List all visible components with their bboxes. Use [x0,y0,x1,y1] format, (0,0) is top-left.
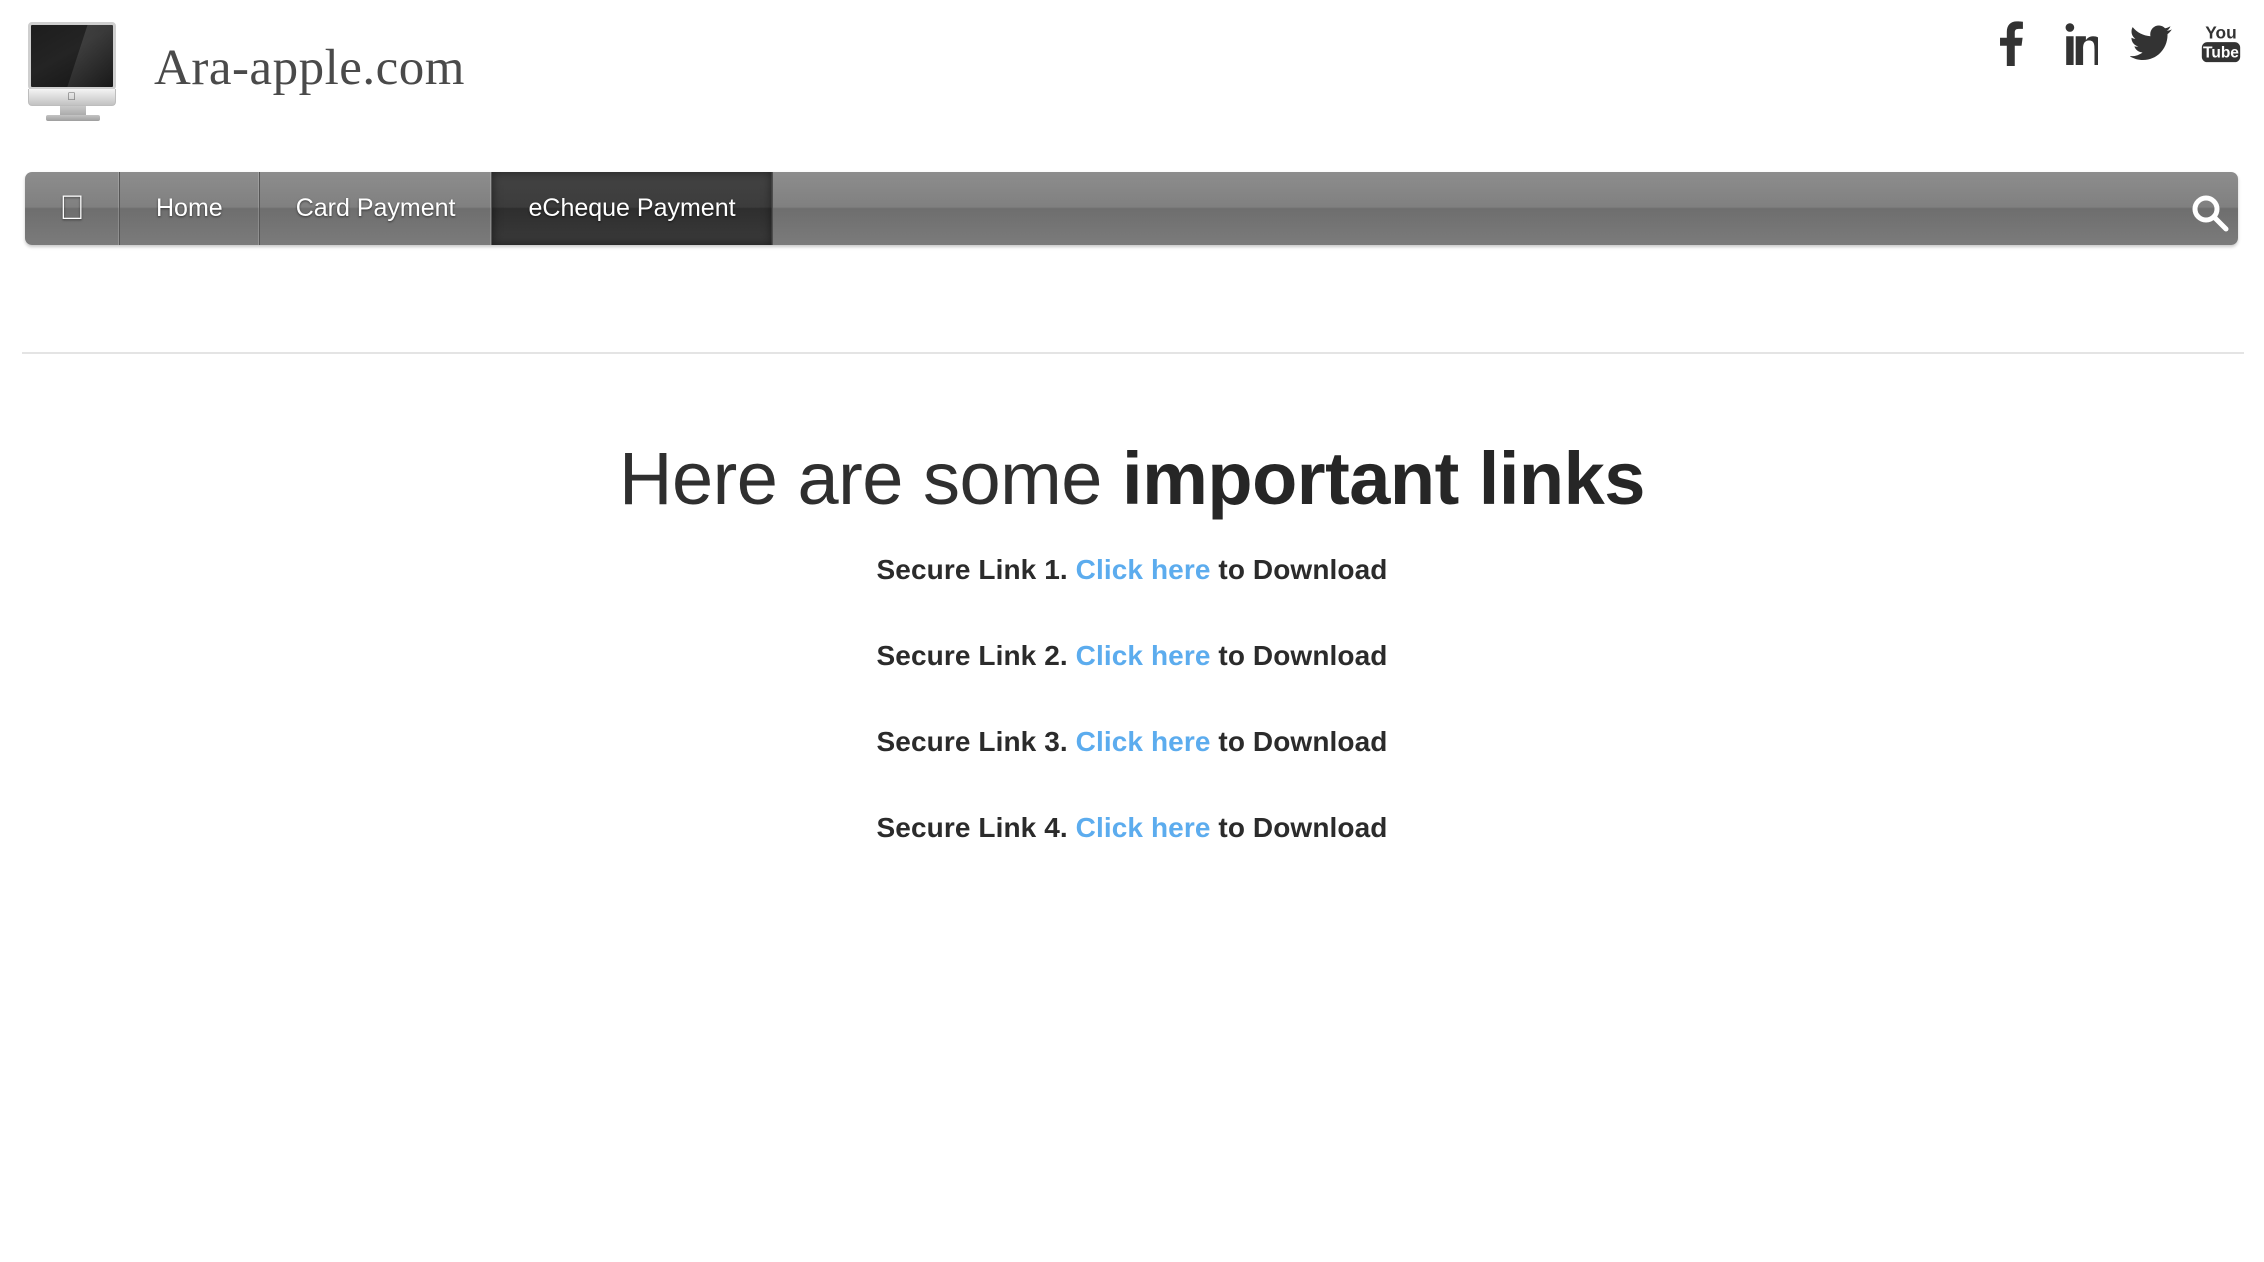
main-content: Here are some important links Secure Lin… [0,380,2264,900]
click-here-link[interactable]: Click here [1076,554,1211,585]
page-title-bold: important links [1122,437,1645,520]
nav-item-card-payment[interactable]: Card Payment [260,172,493,245]
list-item: Secure Link 3. Click here to Download [0,725,2264,757]
click-here-link[interactable]: Click here [1076,726,1211,757]
nav-item-label: eCheque Payment [528,194,736,222]
click-here-link[interactable]: Click here [1076,812,1211,843]
link-suffix-label: to Download [1218,639,1388,671]
list-item: Secure Link 4. Click here to Download [0,811,2264,843]
list-item: Secure Link 1. Click here to Download [0,553,2264,585]
page-title-light: Here are some [619,437,1123,520]
link-prefix-label: Secure Link 1. [876,553,1068,585]
svg-text:Tube: Tube [2203,45,2239,62]
brand-logo-link[interactable]:  Ara-apple.com [24,8,465,128]
link-prefix-label: Secure Link 2. [876,639,1068,671]
secure-links-list: Secure Link 1. Click here to Download Se… [0,553,2264,843]
imac-computer-icon:  [24,16,122,121]
facebook-icon[interactable] [1990,20,2032,66]
nav-item-echeque-payment[interactable]: eCheque Payment [492,172,773,245]
link-suffix-label: to Download [1218,553,1388,585]
click-here-link[interactable]: Click here [1076,640,1211,671]
content-divider [22,352,2244,354]
link-prefix-label: Secure Link 3. [876,725,1068,757]
nav-item-apple-home[interactable]:  [25,172,120,245]
nav-item-label: Card Payment [295,194,456,222]
apple-logo-icon:  [59,189,85,228]
link-suffix-label: to Download [1218,725,1388,757]
link-suffix-label: to Download [1218,811,1388,843]
main-navigation:  Home Card Payment eCheque Payment [25,172,2238,245]
search-icon[interactable] [2190,186,2236,232]
twitter-icon[interactable] [2130,20,2172,66]
svg-text:You: You [2205,22,2236,42]
nav-filler [773,172,2238,245]
nav-item-home[interactable]: Home [120,172,260,245]
link-prefix-label: Secure Link 4. [876,811,1068,843]
page-title: Here are some important links [0,380,2264,518]
nav-item-label: Home [156,194,223,222]
brand-name: Ara-apple.com [154,40,465,96]
list-item: Secure Link 2. Click here to Download [0,639,2264,671]
linkedin-icon[interactable] [2060,20,2102,66]
site-header:  Ara-apple.com You Tube [0,0,2264,150]
social-links: You Tube [1990,14,2242,72]
youtube-icon[interactable]: You Tube [2200,20,2242,66]
